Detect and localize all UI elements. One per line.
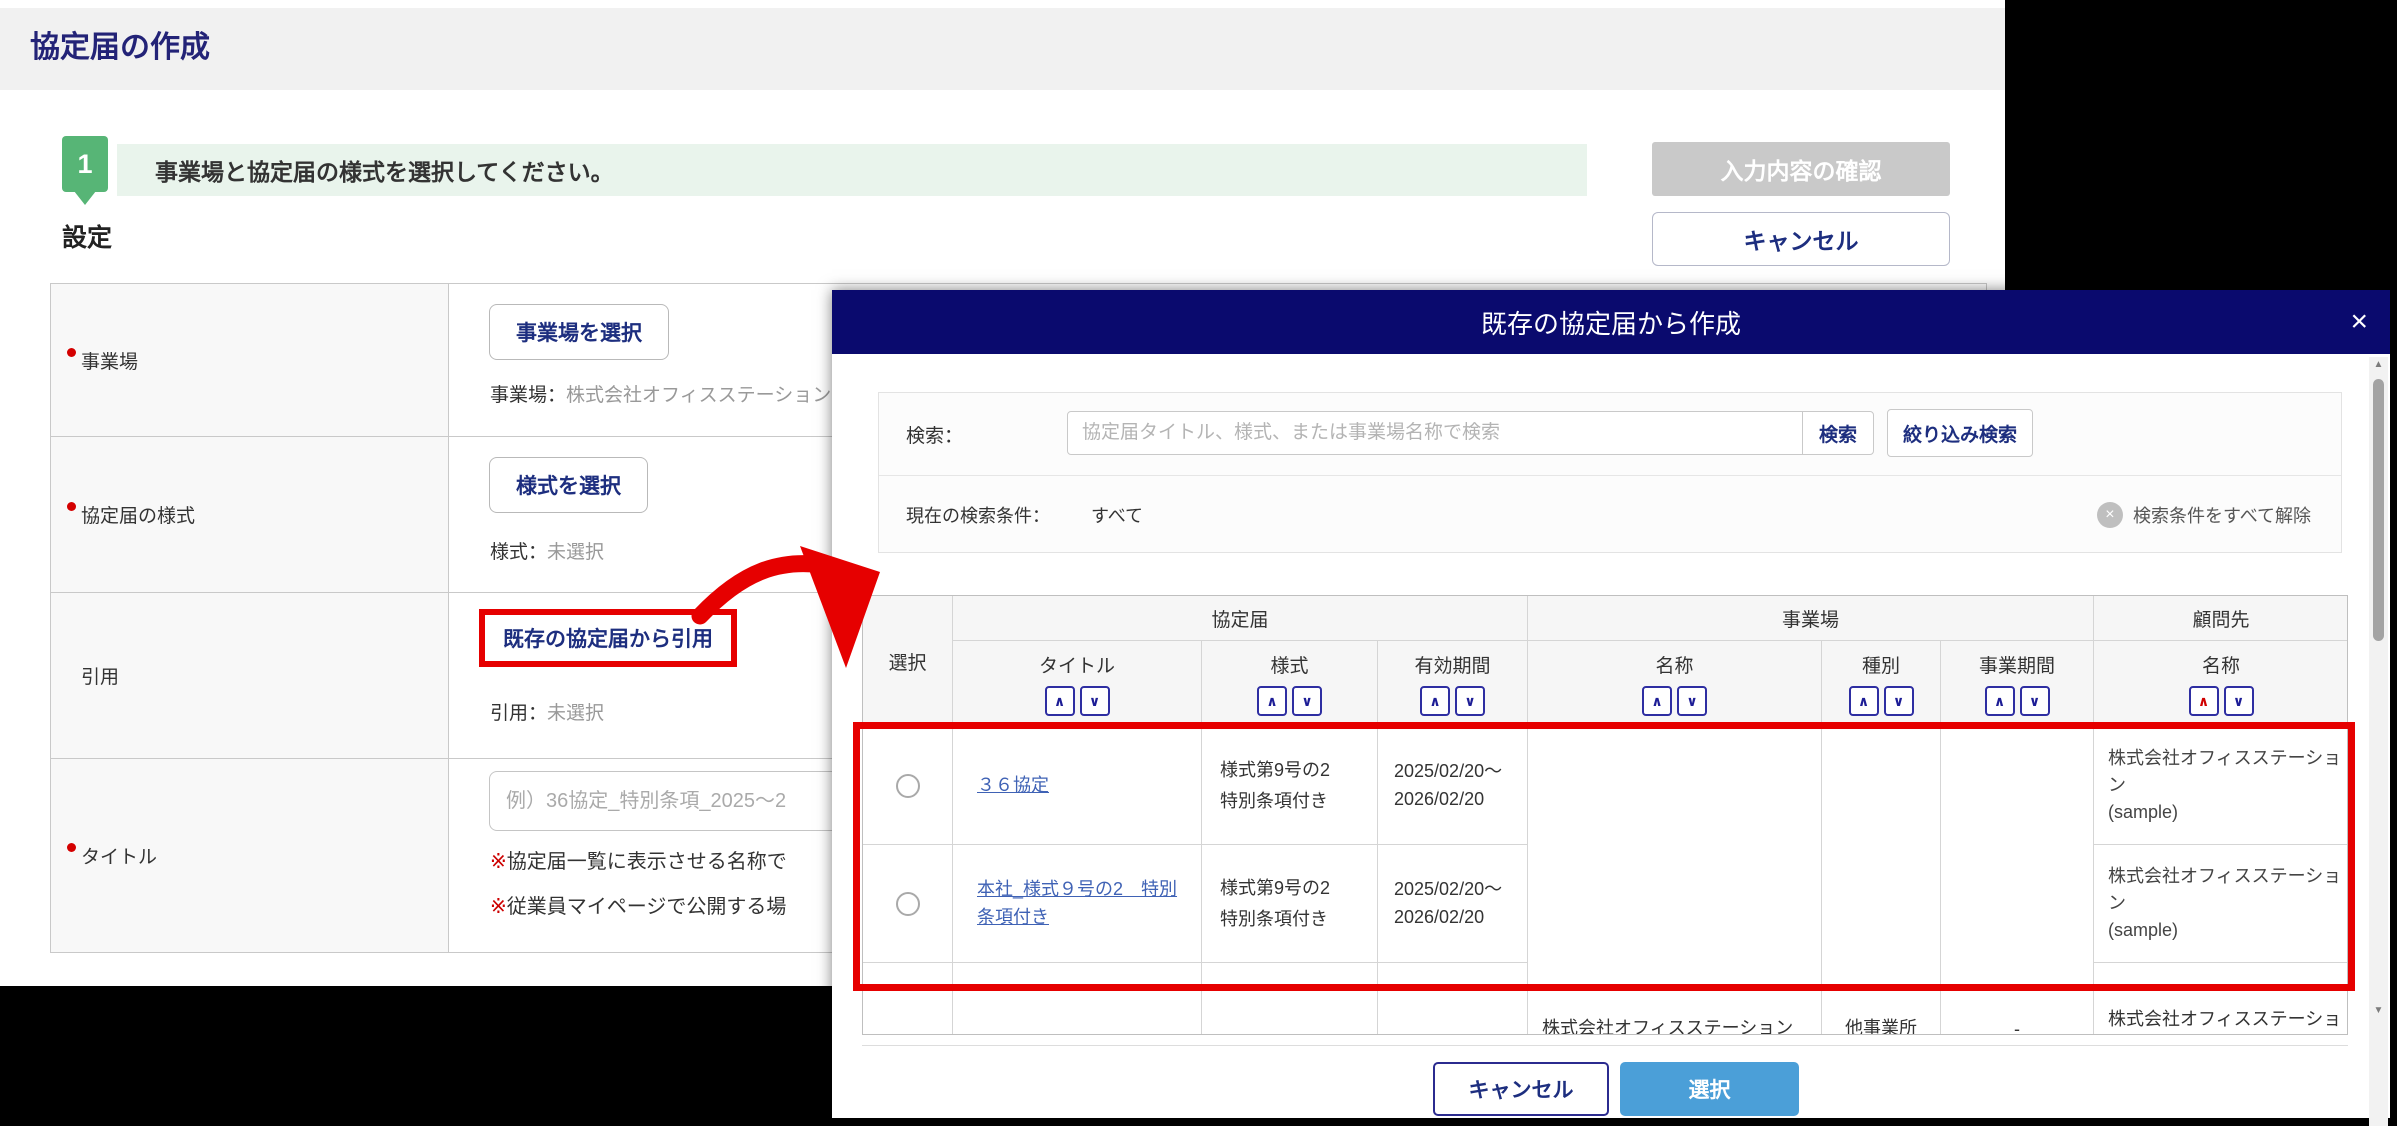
scroll-up-icon[interactable]: ▲ bbox=[2369, 359, 2388, 370]
confirm-input-button[interactable]: 入力内容の確認 bbox=[1652, 142, 1950, 196]
table-cell-office-period-merged: - bbox=[1941, 727, 2094, 1035]
clear-all-conditions[interactable]: × 検索条件をすべて解除 bbox=[2097, 476, 2311, 553]
quote-existing-agreement-button[interactable]: 既存の協定届から引用 bbox=[503, 628, 713, 651]
scrollbar-thumb[interactable] bbox=[2373, 379, 2384, 641]
select-format-button[interactable]: 様式を選択 bbox=[489, 457, 648, 513]
screenshot-root: 協定届の作成 1 事業場と協定届の様式を選択してください。 入力内容の確認 キャ… bbox=[0, 0, 2397, 1126]
table-cell-period: 2025/02/20～ 2026/02/20 bbox=[1378, 845, 1528, 963]
table-row-radio-cell bbox=[863, 727, 953, 845]
sort-desc-icon[interactable]: ∨ bbox=[1677, 686, 1707, 716]
table-cell-advisor-partial: 株式会社オフィスステーショ bbox=[2094, 963, 2348, 1035]
sort-asc-icon[interactable]: ∧ bbox=[1642, 686, 1672, 716]
step-number-badge: 1 bbox=[62, 136, 108, 192]
sort-desc-icon[interactable]: ∨ bbox=[1292, 686, 1322, 716]
format-value: 様式：未選択 bbox=[490, 537, 604, 564]
page-header-bar bbox=[0, 8, 2005, 90]
row-radio-button[interactable] bbox=[896, 892, 920, 916]
column-header-advisor-name: 名称 ∧∨ bbox=[2094, 641, 2348, 727]
clear-circle-icon: × bbox=[2097, 502, 2123, 528]
search-panel: 検索： 検索 絞り込み検索 現在の検索条件： すべて × 検索条件をすべて解除 bbox=[878, 392, 2342, 553]
column-header-title: タイトル ∧∨ bbox=[953, 641, 1202, 727]
search-label: 検索： bbox=[906, 393, 963, 475]
current-conditions-label: 現在の検索条件： bbox=[906, 476, 1050, 553]
table-cell-title: ３６協定 bbox=[953, 727, 1202, 845]
select-office-button[interactable]: 事業場を選択 bbox=[489, 304, 669, 360]
sort-asc-icon[interactable]: ∧ bbox=[1257, 686, 1287, 716]
table-cell-format bbox=[1202, 963, 1378, 1035]
table-cell-office-name-merged: 株式会社オフィスステーション bbox=[1528, 727, 1822, 1035]
form-label-office: 事業場 bbox=[51, 284, 449, 436]
page-cancel-button[interactable]: キャンセル bbox=[1652, 212, 1950, 266]
modal-cancel-button[interactable]: キャンセル bbox=[1433, 1062, 1609, 1116]
step-badge-tail bbox=[74, 191, 96, 205]
column-header-office-type: 種別 ∧∨ bbox=[1822, 641, 1941, 727]
agreement-title-link[interactable]: 本社_様式９号の2 特別条項付き bbox=[977, 876, 1187, 932]
settings-heading: 設定 bbox=[62, 218, 112, 254]
column-header-select: 選択 bbox=[863, 596, 953, 727]
table-cell-format: 様式第9号の2 特別条項付き bbox=[1202, 727, 1378, 845]
modal-scrollbar[interactable]: ▲ ▼ bbox=[2369, 357, 2388, 1126]
sort-desc-icon[interactable]: ∨ bbox=[2224, 686, 2254, 716]
quote-value: 引用：未選択 bbox=[490, 698, 604, 725]
required-dot bbox=[67, 502, 76, 511]
group-header-office: 事業場 bbox=[1528, 596, 2094, 641]
title-note-1: ※協定届一覧に表示させる名称で bbox=[490, 845, 787, 874]
table-cell-period bbox=[1378, 963, 1528, 1035]
row-radio-button[interactable] bbox=[896, 774, 920, 798]
close-icon[interactable]: × bbox=[2350, 290, 2368, 354]
column-header-valid-period: 有効期間 ∧∨ bbox=[1378, 641, 1528, 727]
current-conditions-value: すべて bbox=[1091, 476, 1143, 553]
sort-desc-icon[interactable]: ∨ bbox=[1884, 686, 1914, 716]
column-header-office-name: 名称 ∧∨ bbox=[1528, 641, 1822, 727]
sort-desc-icon[interactable]: ∨ bbox=[1455, 686, 1485, 716]
filter-search-button[interactable]: 絞り込み検索 bbox=[1887, 409, 2033, 457]
group-header-agreement: 協定届 bbox=[953, 596, 1528, 641]
column-header-format: 様式 ∧∨ bbox=[1202, 641, 1378, 727]
scroll-down-icon[interactable]: ▼ bbox=[2369, 1005, 2388, 1016]
required-dot bbox=[67, 843, 76, 852]
existing-agreement-modal: 既存の協定届から作成 × 検索： 検索 絞り込み検索 現在の検索条件： すべて … bbox=[832, 290, 2390, 1118]
step-instruction-text: 事業場と協定届の様式を選択してください。 bbox=[155, 144, 614, 196]
table-row-radio-cell bbox=[863, 845, 953, 963]
sort-desc-icon[interactable]: ∨ bbox=[2020, 686, 2050, 716]
modal-select-button[interactable]: 選択 bbox=[1620, 1062, 1799, 1116]
table-cell-period: 2025/02/20～ 2026/02/20 bbox=[1378, 727, 1528, 845]
sort-asc-icon[interactable]: ∧ bbox=[1045, 686, 1075, 716]
required-dot bbox=[67, 348, 76, 357]
agreement-title-link[interactable]: ３６協定 bbox=[977, 772, 1049, 800]
table-cell-office-type-merged: 他事業所 bbox=[1822, 727, 1941, 1035]
agreement-list-table: 選択 協定届 事業場 顧問先 タイトル ∧∨ 様式 ∧∨ 有効期間 ∧∨ 名称 bbox=[862, 595, 2348, 1035]
sort-asc-icon[interactable]: ∧ bbox=[1420, 686, 1450, 716]
table-cell-format: 様式第9号の2 特別条項付き bbox=[1202, 845, 1378, 963]
table-row-radio-cell bbox=[863, 963, 953, 1035]
modal-header: 既存の協定届から作成 × bbox=[832, 290, 2390, 354]
modal-title: 既存の協定届から作成 bbox=[1481, 290, 1741, 354]
sort-asc-icon[interactable]: ∧ bbox=[1849, 686, 1879, 716]
footer-divider bbox=[862, 1045, 2348, 1046]
group-header-advisor: 顧問先 bbox=[2094, 596, 2348, 641]
table-cell-title bbox=[953, 963, 1202, 1035]
title-note-2: ※従業員マイページで公開する場 bbox=[490, 890, 786, 919]
form-label-title: タイトル bbox=[51, 759, 449, 952]
table-cell-advisor: 株式会社オフィスステーション (sample) bbox=[2094, 845, 2348, 963]
table-cell-title: 本社_様式９号の2 特別条項付き bbox=[953, 845, 1202, 963]
search-input[interactable] bbox=[1067, 411, 1803, 455]
form-label-format: 協定届の様式 bbox=[51, 437, 449, 592]
sort-asc-icon[interactable]: ∧ bbox=[1985, 686, 2015, 716]
quote-button-highlight-box: 既存の協定届から引用 bbox=[479, 609, 737, 667]
office-value: 事業場：株式会社オフィスステーション bbox=[490, 380, 831, 407]
sort-asc-icon-active[interactable]: ∧ bbox=[2189, 686, 2219, 716]
search-button[interactable]: 検索 bbox=[1802, 411, 1874, 455]
table-cell-advisor: 株式会社オフィスステーション (sample) bbox=[2094, 727, 2348, 845]
page-title: 協定届の作成 bbox=[30, 22, 210, 66]
form-label-quote: 引用 bbox=[51, 593, 449, 758]
column-header-office-period: 事業期間 ∧∨ bbox=[1941, 641, 2094, 727]
sort-desc-icon[interactable]: ∨ bbox=[1080, 686, 1110, 716]
